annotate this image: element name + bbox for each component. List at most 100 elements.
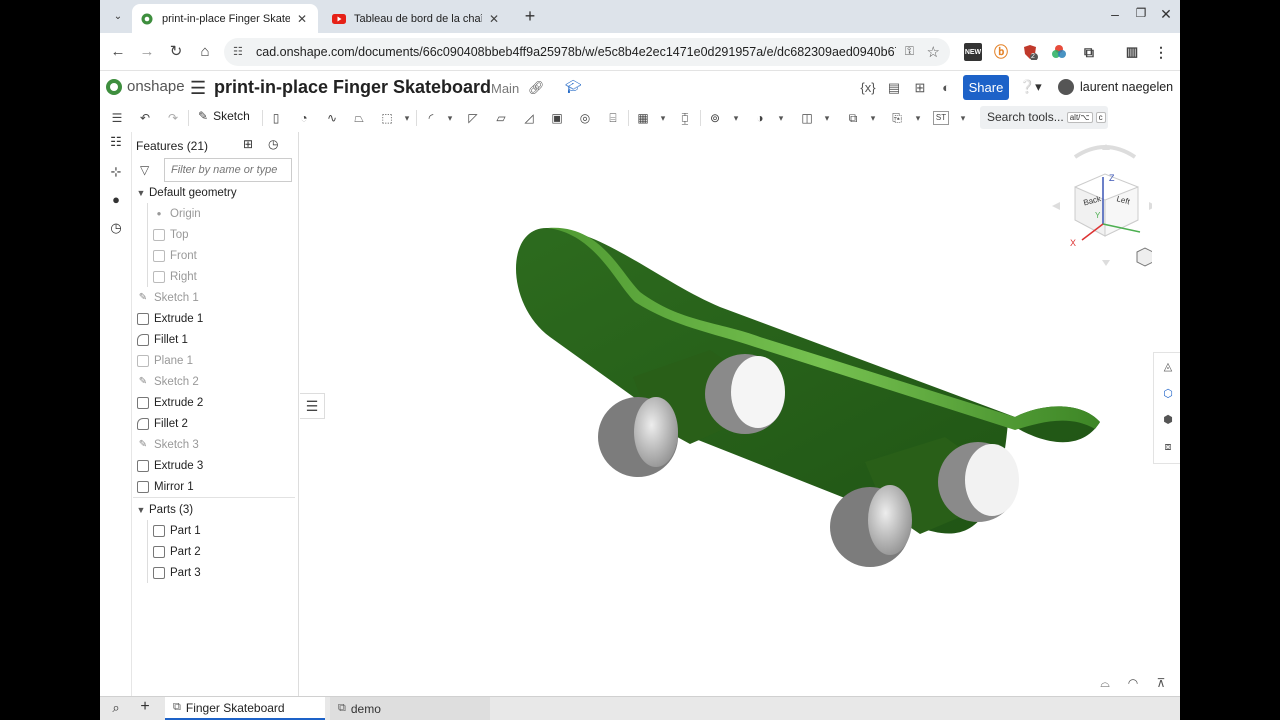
tree-item-sketch-3[interactable]: ✎ Sketch 3	[133, 434, 299, 455]
rib-icon[interactable]: ◿	[520, 110, 538, 126]
tree-item-part-2[interactable]: Part 2	[133, 541, 299, 562]
graphics-viewport[interactable]: Back Left Z Y X	[300, 132, 1162, 696]
bookmark-star-icon[interactable]: ☆	[927, 43, 940, 61]
feature-filter-input[interactable]	[164, 158, 292, 182]
chevron-down-icon[interactable]: ▾	[731, 110, 741, 126]
document-menu-icon[interactable]: ☰	[190, 78, 206, 99]
tab-search-dropdown-icon[interactable]: ⌄	[108, 6, 128, 26]
collapse-panel-icon[interactable]: ☰	[300, 393, 325, 419]
restore-icon[interactable]: ❐	[1131, 6, 1151, 20]
tab-demo[interactable]: ⧉ demo	[330, 697, 490, 720]
filter-icon[interactable]: ▽	[140, 163, 149, 177]
rollback-timer-icon[interactable]: ◷	[268, 137, 278, 151]
revolve-icon[interactable]: ◔	[295, 110, 313, 126]
redo-icon[interactable]: ↷	[164, 110, 182, 126]
tree-item-extrude-1[interactable]: Extrude 1	[133, 308, 299, 329]
browser-tab-youtube[interactable]: Tableau de bord de la chaîne - Y ✕	[324, 4, 510, 33]
user-menu[interactable]: laurent naegelen ▼	[1058, 79, 1180, 95]
feature-list-toggle-icon[interactable]: ☰	[108, 110, 126, 126]
mate-icon[interactable]: ⊼	[1152, 676, 1170, 690]
chevron-down-icon[interactable]: ▾	[913, 110, 923, 126]
tree-item-right-plane[interactable]: Right	[133, 266, 299, 287]
pattern-icon[interactable]: ▦	[634, 110, 652, 126]
tab-finger-skateboard[interactable]: ⧉ Finger Skateboard	[165, 697, 325, 720]
sweep-icon[interactable]: ∿	[323, 110, 341, 126]
appearance-icon[interactable]: ◬	[1159, 358, 1177, 376]
link-icon[interactable]: 🔗︎	[528, 80, 545, 96]
tree-item-extrude-3[interactable]: Extrude 3	[133, 455, 299, 476]
view-options-icon[interactable]	[1136, 247, 1162, 267]
home-icon[interactable]: ⌂	[195, 42, 215, 62]
tree-item-fillet-1[interactable]: Fillet 1	[133, 329, 299, 350]
browser-tab-onshape[interactable]: print-in-place Finger Skateboard ✕	[132, 4, 318, 33]
skateboard-model[interactable]: Back Left Z Y X	[300, 132, 1162, 696]
boolean-icon[interactable]: ⊚	[706, 110, 724, 126]
chevron-down-icon[interactable]: ▾	[445, 110, 455, 126]
tab-close-icon[interactable]: ✕	[294, 12, 310, 26]
properties-icon[interactable]: ⬡	[1159, 385, 1177, 403]
new-tab-icon[interactable]: +	[520, 7, 540, 27]
undo-icon[interactable]: ↶	[136, 110, 154, 126]
derived-icon[interactable]: ⎘	[888, 110, 906, 126]
search-tabs-icon[interactable]: ⌕	[106, 700, 126, 716]
document-title[interactable]: print-in-place Finger Skateboard	[214, 77, 491, 98]
forward-icon[interactable]: →	[137, 42, 157, 62]
extension-news-icon[interactable]: NEW	[964, 43, 982, 61]
comments-icon[interactable]: ●	[106, 190, 126, 210]
tree-item-front-plane[interactable]: Front	[133, 245, 299, 266]
chevron-down-icon[interactable]: ▾	[822, 110, 832, 126]
browser-menu-icon[interactable]: ⋮	[1152, 43, 1170, 61]
add-folder-icon[interactable]: ⊞	[243, 137, 253, 151]
mass-properties-icon[interactable]: ⬢	[1159, 411, 1177, 429]
chevron-down-icon[interactable]: ▾	[402, 110, 412, 126]
site-info-icon[interactable]: ☷	[233, 45, 243, 58]
help-icon[interactable]: ❔▾	[1019, 79, 1042, 95]
learning-cap-icon[interactable]: 🎓︎	[565, 79, 582, 95]
variables-table-icon[interactable]: ⧈	[1159, 438, 1177, 456]
password-key-icon[interactable]: ⚿	[905, 44, 914, 59]
tree-item-origin[interactable]: ● Origin	[133, 203, 299, 224]
extension-b-icon[interactable]: ⓑ	[992, 43, 1010, 61]
variables-icon[interactable]: {x}	[859, 80, 877, 95]
extension-color-icon[interactable]	[1050, 43, 1068, 61]
tree-item-mirror-1[interactable]: Mirror 1	[133, 476, 299, 497]
chamfer-icon[interactable]: ◸	[464, 110, 482, 126]
draft-icon[interactable]: ⏥	[492, 110, 510, 126]
branch-label[interactable]: Main	[491, 81, 519, 96]
tree-item-plane-1[interactable]: Plane 1	[133, 350, 299, 371]
side-panel-icon[interactable]: ▥	[1123, 43, 1141, 61]
sketch-button[interactable]: ✎ Sketch	[198, 109, 250, 123]
standard-content-icon[interactable]: ST	[933, 111, 949, 125]
tree-item-part-1[interactable]: Part 1	[133, 520, 299, 541]
chevron-down-icon[interactable]: ▾	[658, 110, 668, 126]
measure-icon[interactable]: ⌓	[1096, 676, 1114, 691]
mirror-icon[interactable]: ⧮	[676, 110, 694, 126]
default-geometry-group[interactable]: ▼ Default geometry	[133, 182, 299, 203]
tree-item-sketch-2[interactable]: ✎ Sketch 2	[133, 371, 299, 392]
feature-list-icon[interactable]: ☷	[106, 132, 126, 152]
onshape-logo[interactable]: onshape	[106, 78, 185, 95]
tab-close-icon[interactable]: ✕	[486, 12, 502, 26]
back-icon[interactable]: ←	[108, 42, 128, 62]
learning-center-icon[interactable]: ◐	[937, 80, 955, 95]
release-icon[interactable]: ▤	[885, 80, 903, 96]
fillet-icon[interactable]: ◜	[422, 110, 440, 126]
tree-item-fillet-2[interactable]: Fillet 2	[133, 413, 299, 434]
thread-icon[interactable]: ⌸	[604, 110, 622, 126]
tree-item-part-3[interactable]: Part 3	[133, 562, 299, 583]
versions-history-icon[interactable]: ◷	[106, 218, 126, 238]
loft-icon[interactable]: ⏢	[350, 110, 368, 126]
tree-item-top-plane[interactable]: Top	[133, 224, 299, 245]
split-icon[interactable]: ◑	[751, 110, 769, 126]
chevron-down-icon[interactable]: ▾	[776, 110, 786, 126]
thicken-icon[interactable]: ⬚	[378, 110, 396, 126]
chevron-down-icon[interactable]: ▾	[868, 110, 878, 126]
instances-icon[interactable]: ⊹	[106, 162, 126, 182]
mate-connector-icon[interactable]: ⧉	[844, 110, 862, 126]
insert-tab-icon[interactable]: +	[135, 698, 155, 716]
tree-item-sketch-1[interactable]: ✎ Sketch 1	[133, 287, 299, 308]
hole-icon[interactable]: ◎	[576, 110, 594, 126]
extrude-icon[interactable]: ▯	[267, 110, 285, 126]
extension-shield-icon[interactable]	[1021, 43, 1039, 61]
shell-icon[interactable]: ▣	[548, 110, 566, 126]
